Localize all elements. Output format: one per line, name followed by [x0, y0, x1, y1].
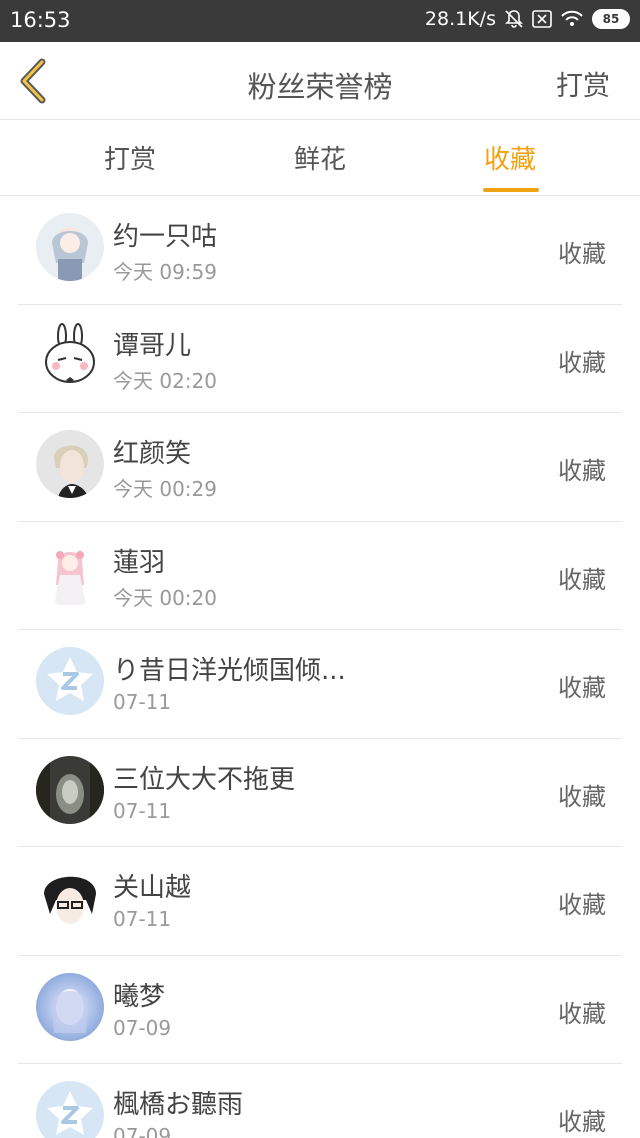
fan-action: 收藏 [558, 1108, 606, 1136]
list-item[interactable]: 三位大大不拖更 07-11 收藏 [18, 739, 622, 847]
fan-name: 三位大大不拖更 [113, 764, 296, 795]
fan-name: 关山越 [113, 873, 192, 903]
tab-bar: 打赏 鲜花 收藏 [0, 121, 640, 196]
page-title: 粉丝荣誉榜 [247, 70, 393, 104]
fan-action: 收藏 [558, 240, 606, 268]
reward-button[interactable]: 打赏 [556, 64, 610, 103]
bell-off-icon [504, 9, 524, 29]
network-speed: 28.1K/s [424, 8, 496, 30]
avatar [36, 538, 104, 607]
fan-time: 今天 00:20 [113, 585, 217, 610]
status-bar: 16:53 28.1K/s 85 [0, 0, 640, 42]
fan-time: 今天 09:59 [113, 260, 217, 284]
fan-name: 红颜笑 [113, 439, 192, 469]
fan-action: 收藏 [558, 674, 606, 702]
list-item[interactable]: 楓橋お聽雨 07-09 收藏 [18, 1064, 622, 1138]
avatar [36, 430, 104, 498]
fan-time: 07-09 [113, 1015, 172, 1040]
tab-reward[interactable]: 打赏 [70, 139, 190, 196]
fan-time: 今天 00:29 [113, 477, 217, 501]
status-time: 16:53 [10, 8, 71, 32]
fan-time: 07-09 [113, 1124, 172, 1138]
list-item[interactable]: 蓮羽 今天 00:20 收藏 [18, 522, 622, 630]
wifi-icon [560, 10, 584, 28]
fan-action: 收藏 [558, 348, 606, 377]
list-item[interactable]: 谭哥儿 今天 02:20 收藏 [18, 305, 622, 413]
active-tab-indicator [483, 188, 539, 192]
avatar [36, 864, 104, 932]
header: 粉丝荣誉榜 打赏 [0, 42, 640, 120]
fan-name: 楓橋お聽雨 [113, 1090, 244, 1120]
tab-flowers[interactable]: 鲜花 [260, 139, 380, 196]
fan-action: 收藏 [558, 782, 606, 811]
tab-favorites[interactable]: 收藏 [450, 139, 570, 196]
fan-name: 约一只咕 [113, 222, 218, 252]
list-item[interactable]: り昔日洋光倾国倾... 07-11 收藏 [18, 630, 622, 739]
fan-time: 07-11 [113, 907, 172, 931]
list-item[interactable]: 约一只咕 今天 09:59 收藏 [18, 196, 622, 305]
fan-name: 蓮羽 [113, 547, 166, 578]
avatar [36, 1081, 104, 1138]
tab-label: 打赏 [103, 145, 156, 175]
tab-label: 鲜花 [293, 145, 346, 175]
fan-name: 曦梦 [113, 981, 166, 1012]
list-item[interactable]: 曦梦 07-09 收藏 [18, 956, 622, 1064]
status-icons: 28.1K/s 85 [425, 8, 630, 30]
fan-list: 约一只咕 今天 09:59 收藏 谭哥儿 今天 02:20 收藏 红颜笑 今天 … [0, 196, 640, 1138]
list-item[interactable]: 红颜笑 今天 00:29 收藏 [18, 413, 622, 522]
tab-label: 收藏 [483, 145, 536, 175]
avatar [36, 321, 104, 390]
fan-name: り昔日洋光倾国倾... [113, 656, 346, 686]
avatar [36, 972, 104, 1041]
fan-action: 收藏 [558, 457, 606, 485]
sim-off-icon [532, 10, 552, 28]
fan-time: 今天 02:20 [113, 368, 217, 393]
fan-action: 收藏 [558, 999, 606, 1028]
avatar [36, 755, 104, 824]
battery-icon: 85 [592, 9, 630, 29]
fan-action: 收藏 [558, 891, 606, 919]
fan-time: 07-11 [113, 690, 172, 714]
fan-action: 收藏 [558, 565, 606, 594]
avatar [36, 647, 104, 715]
list-item[interactable]: 关山越 07-11 收藏 [18, 847, 622, 956]
avatar [36, 213, 104, 281]
fan-time: 07-11 [113, 798, 172, 823]
fan-name: 谭哥儿 [113, 330, 192, 361]
